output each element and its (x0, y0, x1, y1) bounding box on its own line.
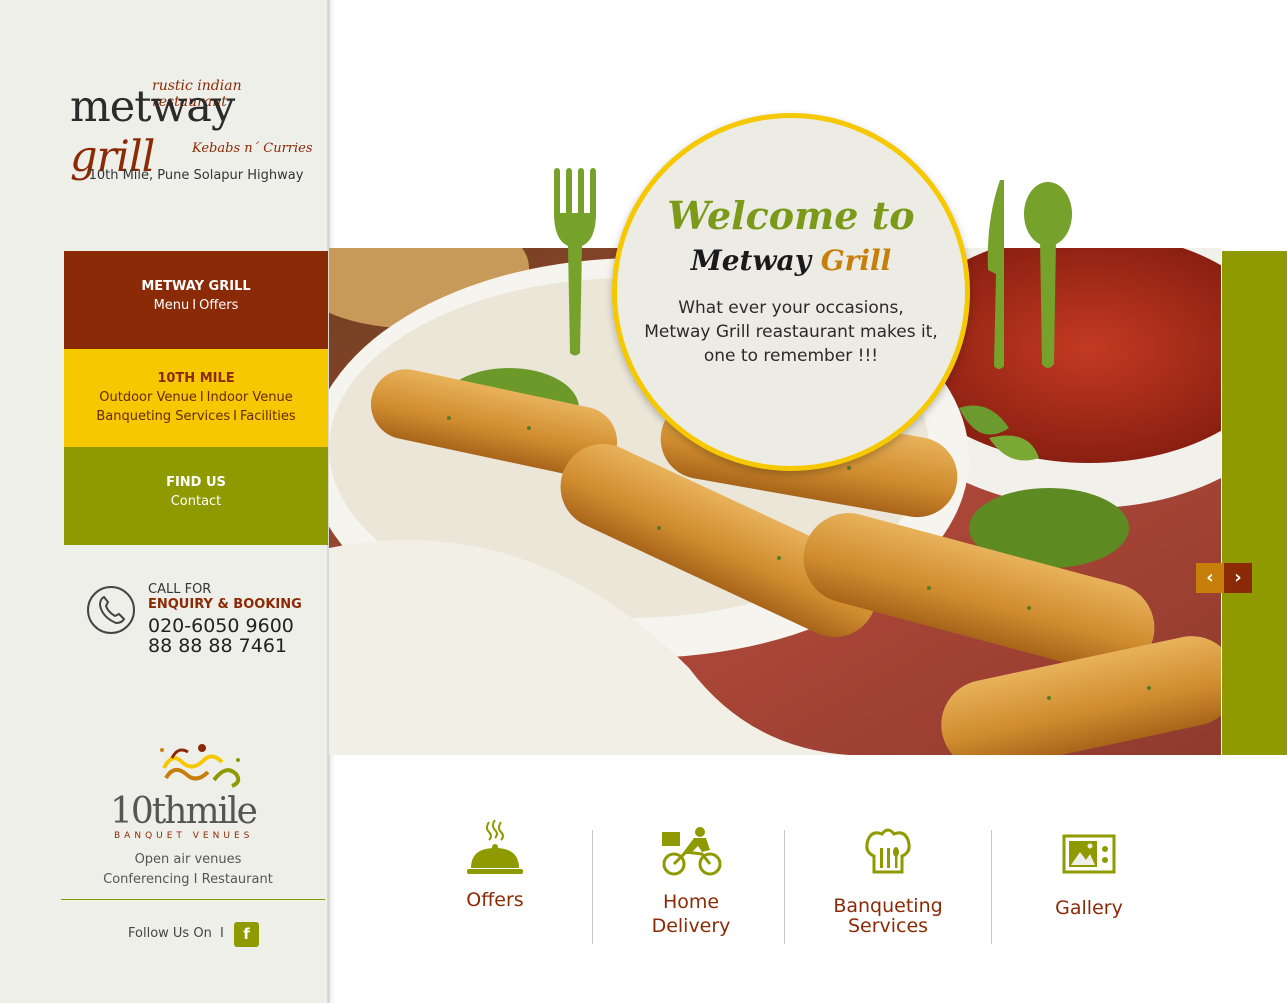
welcome-brand-part2: Grill (820, 244, 892, 277)
welcome-text-line2: Metway Grill reastaurant makes it, (644, 322, 938, 342)
nav-block-find-us: FIND US Contact (64, 447, 328, 545)
facebook-icon[interactable]: f (234, 922, 259, 947)
call-label: CALL FOR (148, 582, 212, 597)
slider-controls: ‹ › (1196, 563, 1252, 593)
welcome-text-line3: one to remember !!! (703, 346, 879, 366)
nav-item-find-us[interactable]: FIND US (64, 473, 328, 492)
logo-subtitle: Kebabs n´ Curries (192, 141, 313, 156)
nav-block-metway-grill: METWAY GRILL Menu I Offers (64, 251, 328, 349)
nav-separator: I (233, 409, 237, 424)
sidebar: rustic indian restaurant metway grill Ke… (0, 0, 330, 1003)
venue-tagline-line2: Conferencing I Restaurant (103, 872, 273, 887)
feature-offers-label: Offers (466, 889, 524, 911)
call-block: CALL FOR ENQUIRY & BOOKING 020-6050 9600… (86, 582, 306, 662)
logo-wordmark: metway grill (70, 82, 315, 182)
slider-prev-button[interactable]: ‹ (1196, 563, 1224, 593)
feature-divider (784, 830, 785, 944)
feature-banqueting-line1: Banqueting (833, 895, 943, 917)
10th-mile-logo-subtext: BANQUET VENUES (114, 831, 253, 840)
feature-gallery[interactable]: Gallery (1030, 834, 1148, 920)
feature-divider (592, 830, 593, 944)
chef-hat-icon (865, 828, 911, 874)
follow-separator: I (219, 926, 224, 941)
call-sublabel: ENQUIRY & BOOKING (148, 597, 302, 612)
nav-item-metway-grill[interactable]: METWAY GRILL (64, 277, 328, 296)
welcome-heading: Welcome to (667, 193, 915, 238)
logo-name-part1: metway (70, 82, 235, 132)
nav-item-10th-mile[interactable]: 10TH MILE (64, 369, 328, 388)
nav-separator: I (192, 298, 197, 313)
feature-offers[interactable]: Offers (440, 820, 550, 912)
welcome-text: What ever your occasions, Metway Grill r… (637, 296, 945, 368)
welcome-text-line1: What ever your occasions, (678, 298, 904, 318)
nav-link-contact[interactable]: Contact (171, 494, 222, 509)
follow-us: Follow Us On I (128, 926, 224, 941)
cloche-icon (467, 820, 523, 874)
feature-banqueting-services[interactable]: Banqueting Services (820, 826, 956, 936)
address: 10th Mile, Pune Solapur Highway (88, 168, 304, 183)
gallery-icon (1062, 834, 1116, 874)
nav-link-indoor-venue[interactable]: Indoor Venue (207, 390, 293, 405)
welcome-brand: Metway Grill (617, 246, 965, 276)
nav-link-outdoor-venue[interactable]: Outdoor Venue (99, 390, 197, 405)
nav-block-10th-mile: 10TH MILE Outdoor Venue I Indoor Venue Ban… (64, 349, 328, 447)
10th-mile-logo[interactable]: 10thmile BANQUET VENUES (104, 738, 274, 840)
phone-icon (87, 586, 135, 634)
feature-home-delivery-line1: Home (662, 891, 720, 913)
nav-link-menu[interactable]: Menu (154, 298, 190, 313)
fork-icon (554, 168, 596, 356)
feature-divider (991, 830, 992, 944)
phone-number-2[interactable]: 88 88 88 7461 (148, 635, 287, 657)
feature-home-delivery-line2: Delivery (651, 915, 731, 937)
slider-side-bar (1222, 251, 1287, 755)
feature-gallery-label: Gallery (1055, 897, 1123, 919)
sidebar-divider (61, 899, 325, 900)
welcome-circle: Welcome to Metway Grill What ever your o… (612, 113, 970, 471)
follow-us-label: Follow Us On (128, 926, 212, 941)
phone-number-1[interactable]: 020-6050 9600 (148, 615, 294, 637)
nav-separator: I (199, 390, 204, 405)
delivery-bike-icon (662, 827, 722, 876)
nav-link-offers[interactable]: Offers (199, 298, 238, 313)
10th-mile-logo-text: 10thmile (110, 791, 257, 832)
feature-banqueting-line2: Services (847, 915, 929, 937)
feature-home-delivery[interactable]: Home Delivery (630, 826, 752, 938)
slider-next-button[interactable]: › (1224, 563, 1252, 593)
venue-tagline-line1: Open air venues (134, 852, 242, 867)
nav-link-facilities[interactable]: Facilities (240, 409, 296, 424)
welcome-brand-part1: Metway (690, 244, 821, 277)
nav-link-banqueting-services[interactable]: Banqueting Services (96, 409, 230, 424)
knife-spoon-icon (987, 180, 1072, 369)
venue-tagline: Open air venues Conferencing I Restauran… (60, 850, 316, 890)
